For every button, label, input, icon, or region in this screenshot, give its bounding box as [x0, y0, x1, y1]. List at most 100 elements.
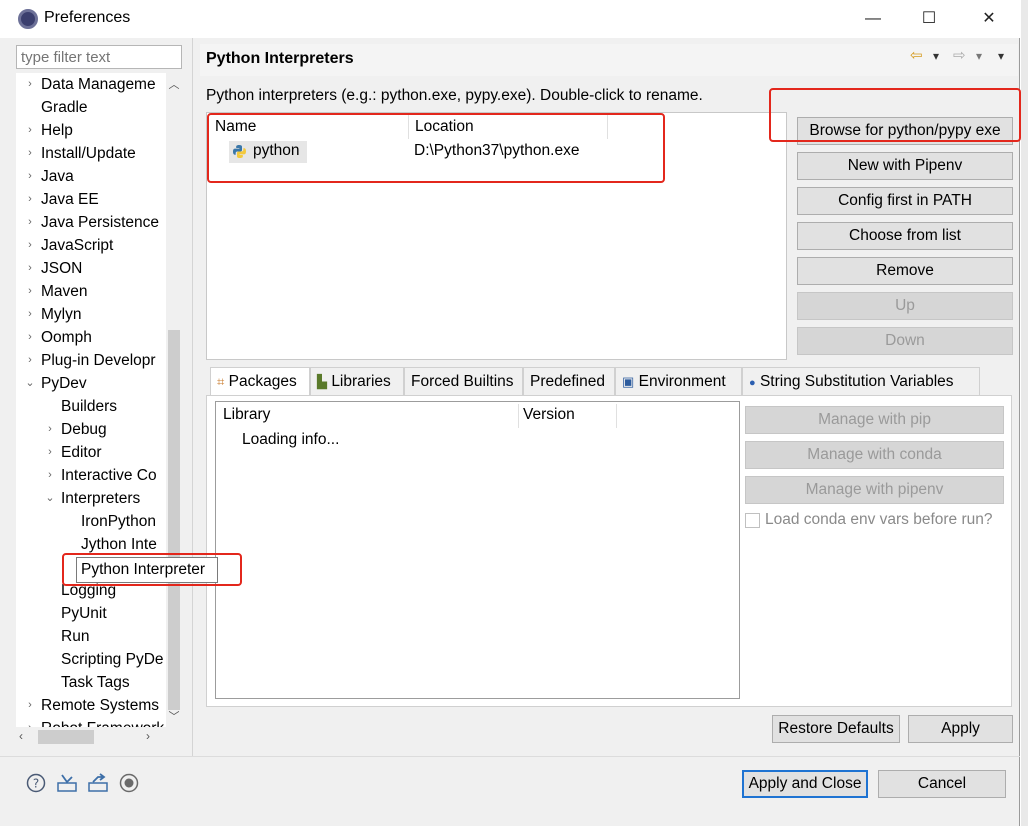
collapsed-chevron-icon[interactable]: › [24, 188, 36, 211]
tab-libraries[interactable]: ▙ Libraries [310, 367, 404, 395]
apply-button[interactable]: Apply [908, 715, 1013, 743]
scroll-right-arrow-icon[interactable]: › [146, 729, 150, 743]
tree-item-label: Builders [61, 398, 117, 415]
collapsed-chevron-icon[interactable]: › [24, 73, 36, 96]
view-menu-icon[interactable]: ▾ [998, 49, 1004, 63]
apply-and-close-label: Apply and Close [748, 775, 862, 792]
tab-forced-builtins[interactable]: Forced Builtins [404, 367, 523, 395]
collapsed-chevron-icon[interactable]: › [24, 257, 36, 280]
page-title: Python Interpreters [206, 50, 354, 67]
manage-with-conda-button[interactable]: Manage with conda [745, 441, 1004, 469]
collapsed-chevron-icon[interactable]: › [44, 418, 56, 441]
up-button[interactable]: Up [797, 292, 1013, 320]
scroll-down-arrow-icon[interactable]: ﹀ [166, 708, 182, 724]
tab-packages[interactable]: ⌗ Packages [210, 367, 310, 397]
tab-label: Libraries [331, 373, 391, 390]
svg-text:?: ? [33, 777, 39, 791]
tree-item-label: Help [41, 122, 73, 139]
back-menu-chevron-icon[interactable]: ▾ [933, 49, 939, 63]
tree-scroll-thumb[interactable] [168, 330, 180, 710]
maximize-button[interactable]: ☐ [906, 6, 952, 32]
column-header-library[interactable]: Library [223, 406, 270, 424]
collapsed-chevron-icon[interactable]: › [24, 142, 36, 165]
tree-hscroll-thumb[interactable] [38, 730, 94, 744]
collapsed-chevron-icon[interactable]: › [24, 349, 36, 372]
collapsed-chevron-icon[interactable]: › [44, 441, 56, 464]
tree-item-label: Maven [41, 283, 88, 300]
tree-item-label: JSON [41, 260, 83, 277]
tree-item-label: Install/Update [41, 145, 136, 162]
variables-icon: ● [749, 377, 756, 389]
collapsed-chevron-icon[interactable]: › [24, 717, 36, 727]
restore-defaults-label: Restore Defaults [778, 720, 894, 737]
environment-icon: ▣ [622, 374, 635, 389]
packages-table[interactable]: Library Version Loading info... [215, 401, 740, 699]
tree-item-label: Java EE [41, 191, 99, 208]
restore-defaults-button[interactable]: Restore Defaults [772, 715, 900, 743]
collapsed-chevron-icon[interactable]: › [24, 303, 36, 326]
tree-item-label: PyDev [41, 375, 87, 392]
tree-item-label: Java Persistence [41, 214, 160, 231]
packages-icon: ⌗ [217, 374, 225, 389]
scroll-left-arrow-icon[interactable]: ‹ [19, 729, 23, 743]
cancel-label: Cancel [917, 775, 967, 792]
filter-input[interactable] [16, 45, 182, 69]
collapsed-chevron-icon[interactable]: › [44, 464, 56, 487]
background-window-strip [1021, 0, 1028, 826]
tree-item-label: Interpreters [61, 490, 141, 507]
tree-item-label: Mylyn [41, 306, 82, 323]
eclipse-app-icon [18, 9, 38, 29]
expanded-chevron-icon[interactable]: ⌄ [44, 487, 56, 510]
conda-env-checkbox[interactable] [745, 513, 760, 528]
down-button[interactable]: Down [797, 327, 1013, 355]
loading-status: Loading info... [242, 431, 340, 448]
choose-from-list-button[interactable]: Choose from list [797, 222, 1013, 250]
close-button[interactable]: ✕ [966, 6, 1012, 32]
import-icon[interactable] [56, 773, 77, 793]
collapsed-chevron-icon[interactable]: › [24, 280, 36, 303]
expanded-chevron-icon[interactable]: ⌄ [24, 372, 36, 395]
page-description: Python interpreters (e.g.: python.exe, p… [206, 87, 703, 104]
tree-item-label: Scripting PyDe [61, 651, 164, 668]
tab-predefined[interactable]: Predefined [523, 367, 615, 395]
apply-label: Apply [941, 720, 980, 737]
minimize-button[interactable]: — [850, 6, 896, 32]
new-with-pipenv-button[interactable]: New with Pipenv [797, 152, 1013, 180]
column-divider [518, 404, 519, 428]
collapsed-chevron-icon[interactable]: › [24, 211, 36, 234]
collapsed-chevron-icon[interactable]: › [24, 326, 36, 349]
collapsed-chevron-icon[interactable]: › [24, 165, 36, 188]
splitter[interactable] [192, 38, 193, 756]
remove-button[interactable]: Remove [797, 257, 1013, 285]
tree-item-label: Editor [61, 444, 102, 461]
manage-with-pipenv-button[interactable]: Manage with pipenv [745, 476, 1004, 504]
tab-label: Environment [638, 373, 726, 390]
highlight-box-tree-item [62, 553, 242, 586]
tab-label: Predefined [530, 373, 605, 390]
forward-arrow-icon[interactable]: ⇨ [953, 46, 966, 64]
export-icon[interactable] [87, 773, 108, 793]
tree-item-label: Run [61, 628, 90, 645]
collapsed-chevron-icon[interactable]: › [24, 234, 36, 257]
tree-item-label: Task Tags [61, 674, 130, 691]
tree-item-label: Oomph [41, 329, 92, 346]
scroll-up-arrow-icon[interactable]: ︿ [166, 76, 182, 92]
back-arrow-icon[interactable]: ⇦ [910, 46, 923, 64]
collapsed-chevron-icon[interactable]: › [24, 119, 36, 142]
forward-menu-chevron-icon[interactable]: ▾ [976, 49, 982, 63]
libraries-icon: ▙ [317, 374, 327, 389]
tab-label: Forced Builtins [411, 373, 514, 390]
collapsed-chevron-icon[interactable]: › [24, 694, 36, 717]
cancel-button[interactable]: Cancel [878, 770, 1006, 798]
conda-env-label: Load conda env vars before run? [765, 511, 993, 528]
column-header-version[interactable]: Version [523, 406, 575, 424]
manage-with-pip-button[interactable]: Manage with pip [745, 406, 1004, 434]
apply-and-close-button[interactable]: Apply and Close [742, 770, 868, 798]
help-icon[interactable]: ? [26, 773, 46, 793]
footer-divider [0, 756, 1020, 757]
config-first-in-path-button[interactable]: Config first in PATH [797, 187, 1013, 215]
tab-string-substitution-variables[interactable]: ● String Substitution Variables [742, 367, 980, 395]
preferences-tree[interactable]: › Data Manageme Gradle › Help › Install/Update… [16, 73, 166, 727]
tab-environment[interactable]: ▣ Environment [615, 367, 742, 395]
record-icon[interactable] [119, 773, 139, 793]
